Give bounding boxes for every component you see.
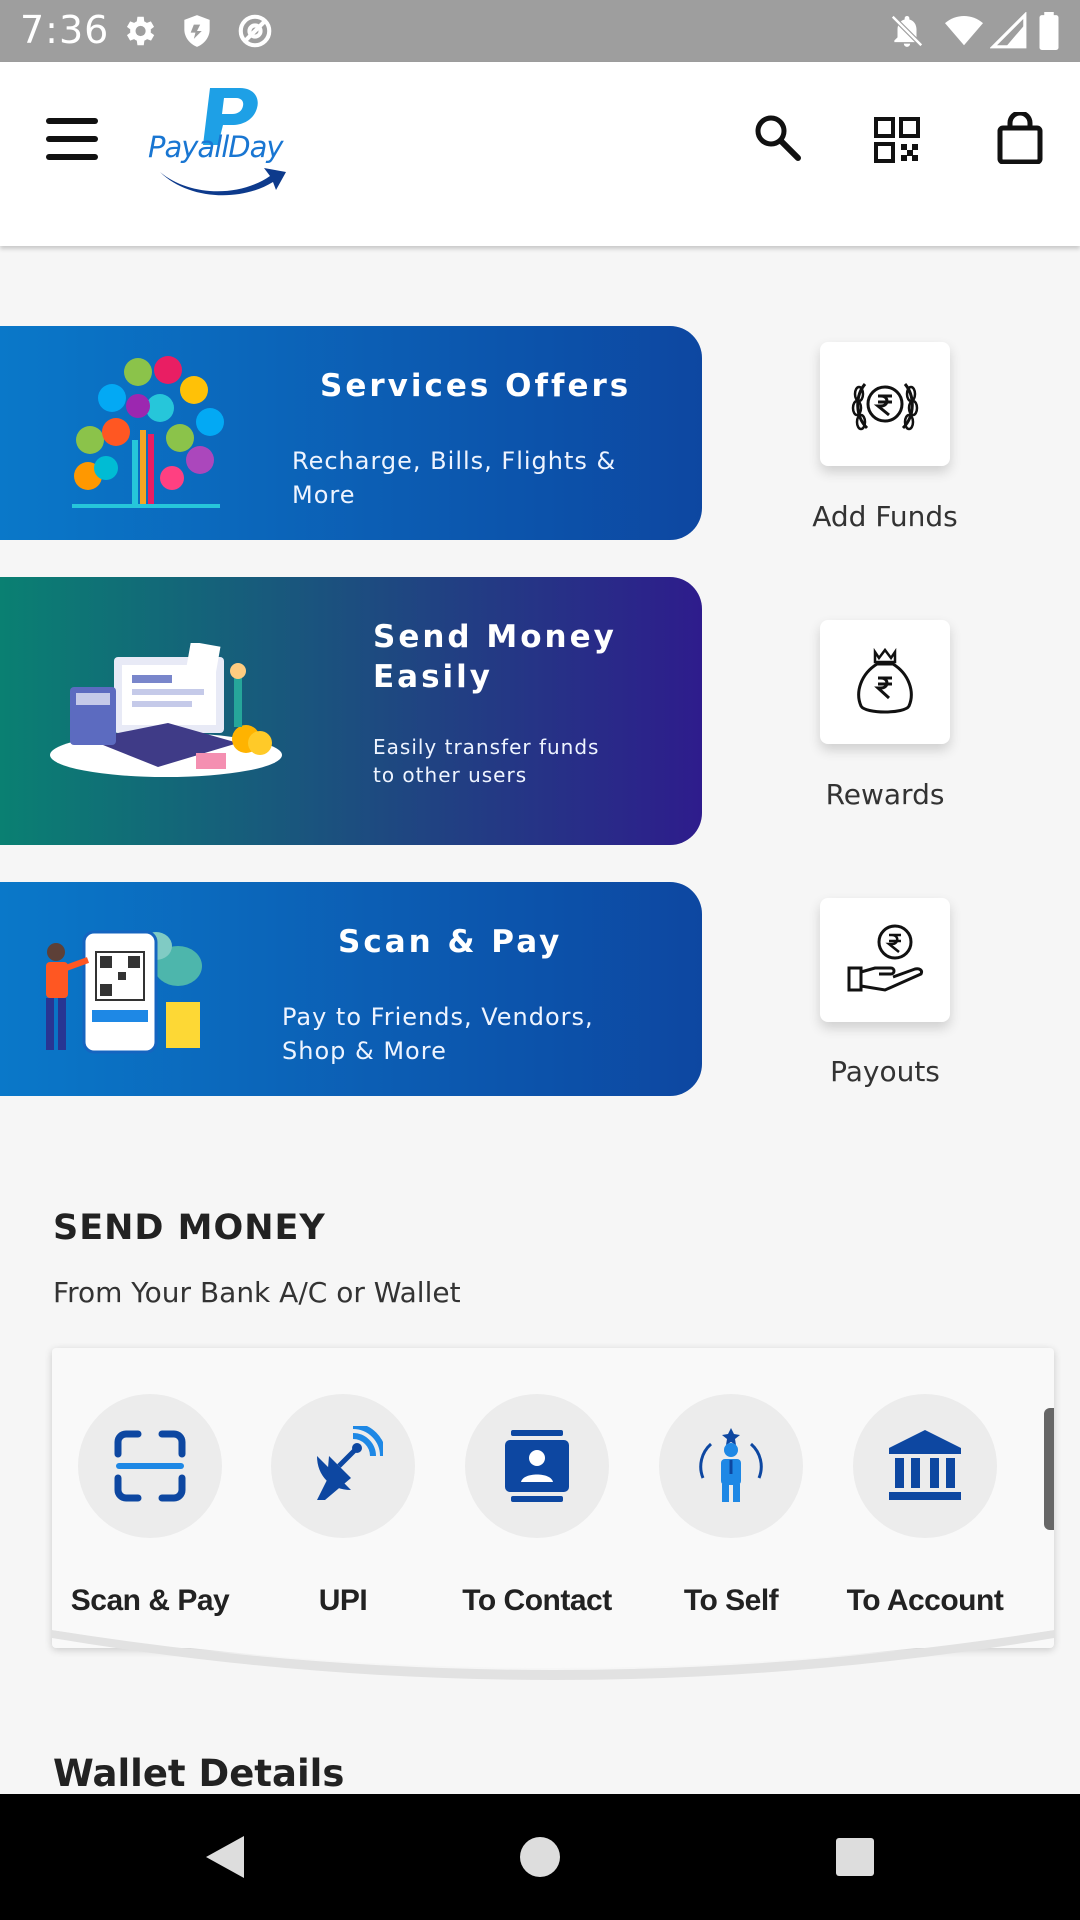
panel-curve xyxy=(52,1630,1054,1680)
upi-action[interactable] xyxy=(271,1394,415,1538)
services-tree-illustration xyxy=(60,350,230,514)
next-item-edge xyxy=(1044,1408,1054,1530)
notifications-off-icon xyxy=(888,12,926,50)
app-bar: PayallDay xyxy=(0,62,1080,246)
card-subtitle: Easily transfer funds to other users xyxy=(373,735,600,787)
card-title: Scan & Pay xyxy=(338,924,563,960)
to-contact-action[interactable] xyxy=(465,1394,609,1538)
add-funds-label: Add Funds xyxy=(812,500,958,533)
signal-icon xyxy=(989,11,1028,50)
to-account-action[interactable] xyxy=(853,1394,997,1538)
wallet-details-title: Wallet Details xyxy=(53,1752,345,1795)
qr-code-icon[interactable] xyxy=(874,117,920,163)
scan-pay-action[interactable] xyxy=(78,1394,222,1538)
wifi-icon xyxy=(944,12,984,50)
bank-icon xyxy=(889,1430,961,1500)
gear-icon xyxy=(120,12,158,50)
shopping-bag-icon[interactable] xyxy=(996,110,1044,165)
logo-text: PayallDay xyxy=(148,130,284,164)
services-offers-card[interactable]: Services Offers Recharge, Bills, Flights… xyxy=(0,326,702,540)
payment-laptop-illustration xyxy=(48,641,284,783)
app-logo: PayallDay xyxy=(140,80,320,210)
navigation-bar xyxy=(0,1794,1080,1920)
to-self-label: To Self xyxy=(683,1584,779,1617)
rupee-wreath-icon xyxy=(851,383,919,431)
money-bag-icon xyxy=(857,647,913,714)
at-sign-icon xyxy=(236,12,274,50)
satellite-dish-icon xyxy=(317,1426,383,1500)
to-self-action[interactable] xyxy=(659,1394,803,1538)
back-icon[interactable] xyxy=(200,1832,250,1882)
card-subtitle: Recharge, Bills, Flights & More xyxy=(292,447,617,509)
contact-card-icon xyxy=(505,1430,569,1502)
scan-pay-card[interactable]: Scan & Pay Pay to Friends, Vendors, Shop… xyxy=(0,882,702,1096)
to-contact-label: To Contact xyxy=(462,1584,612,1617)
status-time: 7:36 xyxy=(20,8,110,52)
payouts-label: Payouts xyxy=(830,1055,940,1088)
home-icon[interactable] xyxy=(515,1832,565,1882)
rewards-tile[interactable] xyxy=(820,620,950,744)
scan-pay-label: Scan & Pay xyxy=(70,1584,230,1617)
card-subtitle: Pay to Friends, Vendors, Shop & More xyxy=(282,1003,594,1065)
status-bar: 7:36 xyxy=(0,0,1080,62)
upi-label: UPI xyxy=(318,1584,368,1617)
recents-icon[interactable] xyxy=(830,1832,880,1882)
section-title: SEND MONEY xyxy=(53,1208,326,1248)
card-title: Send Money Easily xyxy=(373,619,617,695)
hand-rupee-icon xyxy=(847,924,923,992)
to-account-label: To Account xyxy=(846,1584,1004,1617)
send-money-card[interactable]: Send Money Easily Easily transfer funds … xyxy=(0,577,702,845)
rewards-label: Rewards xyxy=(825,778,945,811)
menu-icon[interactable] xyxy=(44,114,102,164)
search-icon[interactable] xyxy=(752,112,802,162)
scan-icon xyxy=(114,1430,186,1502)
payouts-tile[interactable] xyxy=(820,898,950,1022)
card-title: Services Offers xyxy=(320,368,632,404)
battery-icon xyxy=(1036,12,1062,50)
shield-icon xyxy=(178,12,216,50)
scanning-phone-illustration xyxy=(38,926,204,1056)
add-funds-tile[interactable] xyxy=(820,342,950,466)
section-subtitle: From Your Bank A/C or Wallet xyxy=(53,1276,461,1309)
person-star-icon xyxy=(699,1428,763,1502)
